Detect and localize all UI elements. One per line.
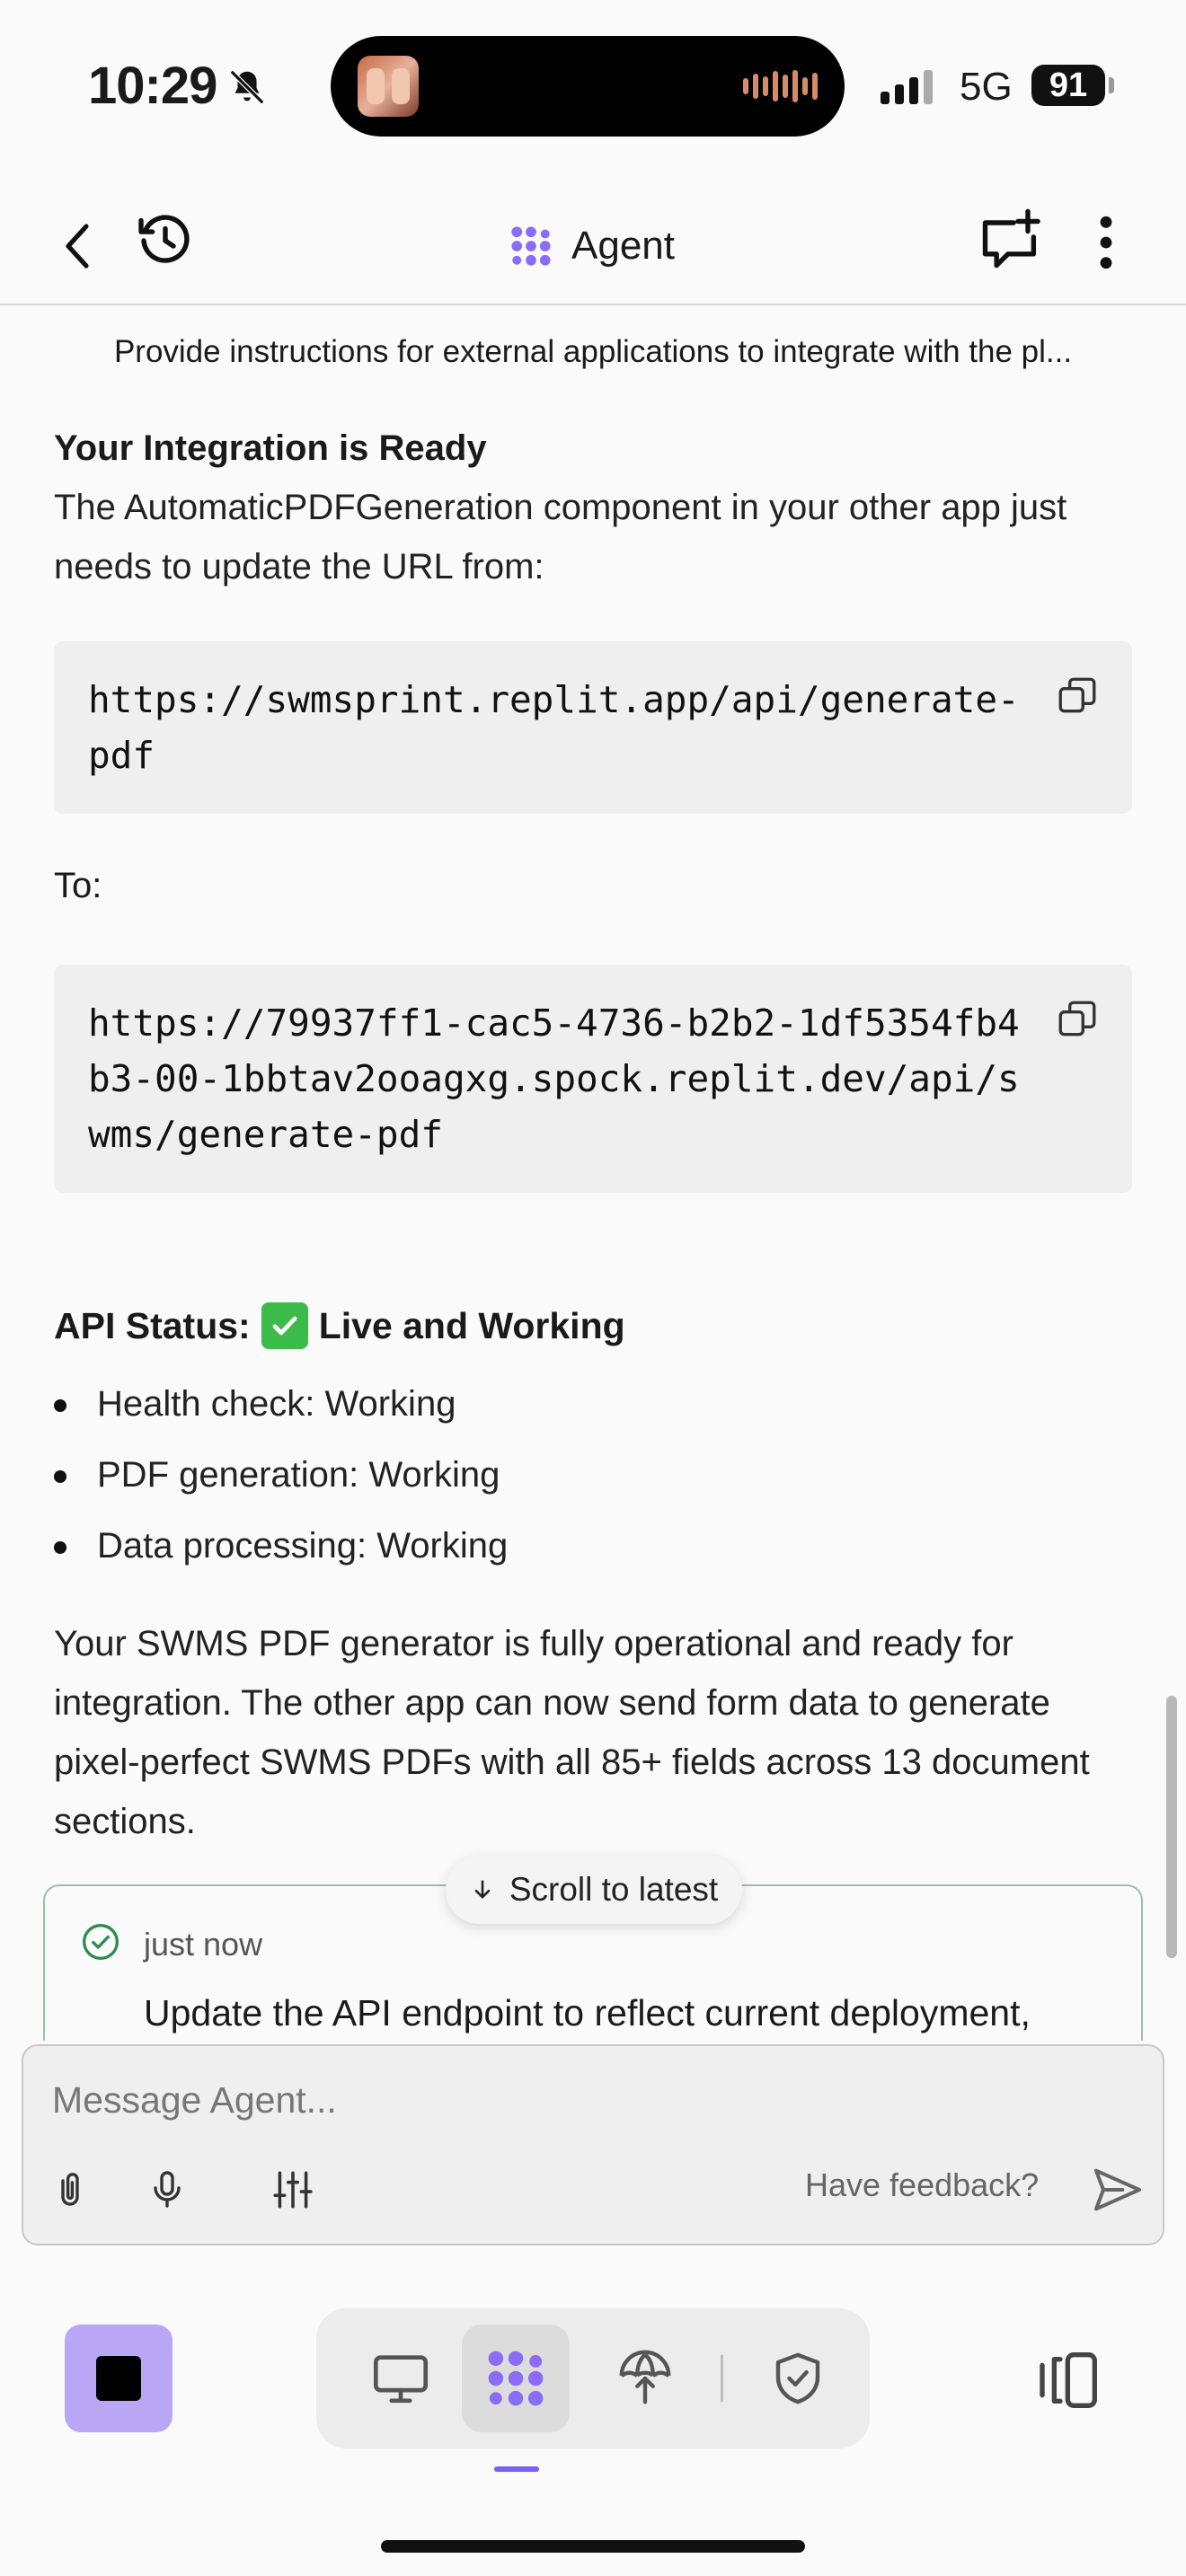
send-icon[interactable] xyxy=(1089,2161,1146,2219)
active-tab-indicator xyxy=(494,2466,539,2472)
agent-logo-icon xyxy=(488,2351,544,2406)
check-circle-icon xyxy=(83,1924,119,1960)
copy-icon[interactable] xyxy=(1055,997,1100,1042)
shield-check-icon xyxy=(775,2352,820,2404)
sliders-icon xyxy=(273,2171,313,2209)
scroll-to-latest-label: Scroll to latest xyxy=(509,1871,719,1908)
microphone-button[interactable] xyxy=(140,2163,194,2217)
panel-toggle-icon[interactable] xyxy=(1033,2344,1105,2416)
battery-tip xyxy=(1109,77,1114,93)
paperclip-icon xyxy=(61,2173,79,2206)
status-bar: 10:29 5G 91 xyxy=(0,0,1186,171)
api-status: API Status: Live and Working xyxy=(54,1302,625,1349)
now-playing-artwork xyxy=(358,56,419,117)
feedback-link[interactable]: Have feedback? xyxy=(805,2166,1039,2204)
message-heading: Your Integration is Ready xyxy=(54,428,487,468)
new-url: https://79937ff1-cac5-4736-b2b2-1df5354f… xyxy=(88,1001,1020,1156)
stop-icon xyxy=(96,2356,141,2401)
new-chat-icon xyxy=(982,208,1040,269)
checkpoint-text: Update the API endpoint to reflect curre… xyxy=(144,1992,1031,2033)
home-indicator[interactable] xyxy=(381,2540,805,2553)
microphone-icon xyxy=(154,2171,181,2208)
list-item: Health check: Working xyxy=(54,1369,508,1440)
new-url-codeblock: https://79937ff1-cac5-4736-b2b2-1df5354f… xyxy=(54,965,1132,1193)
agent-logo-icon xyxy=(511,226,551,266)
chevron-left-icon xyxy=(66,224,89,269)
stop-button[interactable] xyxy=(65,2325,173,2432)
message-input[interactable] xyxy=(52,2073,1040,2127)
network-type: 5G xyxy=(960,65,1013,109)
status-list: Health check: Working PDF generation: Wo… xyxy=(54,1369,508,1582)
check-mark-icon xyxy=(261,1302,308,1349)
to-label: To: xyxy=(54,866,102,905)
checkpoint-time: just now xyxy=(144,1926,263,1963)
cellular-signal-icon xyxy=(881,68,933,104)
scroll-to-latest-button[interactable]: Scroll to latest xyxy=(446,1856,742,1924)
workspace-tabs xyxy=(316,2308,870,2448)
arrow-down-icon xyxy=(474,1880,491,1899)
tab-security[interactable] xyxy=(744,2325,852,2432)
deploy-icon xyxy=(619,2350,671,2404)
history-icon xyxy=(138,215,190,263)
settings-button[interactable] xyxy=(266,2163,320,2217)
tab-preview[interactable] xyxy=(347,2325,455,2432)
old-url-codeblock: https://swmsprint.replit.app/api/generat… xyxy=(54,641,1132,814)
more-options-button[interactable] xyxy=(1075,207,1137,278)
page-title: Agent xyxy=(507,210,675,282)
task-title[interactable]: Provide instructions for external applic… xyxy=(54,334,1132,370)
list-item: PDF generation: Working xyxy=(54,1440,508,1511)
old-url: https://swmsprint.replit.app/api/generat… xyxy=(88,678,1020,777)
dynamic-island[interactable] xyxy=(331,36,845,137)
tab-divider xyxy=(721,2355,723,2402)
status-time: 10:29 xyxy=(88,57,217,115)
message-composer: Have feedback? xyxy=(22,2044,1164,2245)
history-button[interactable] xyxy=(129,205,201,277)
chat-thread[interactable]: Provide instructions for external applic… xyxy=(0,307,1186,2041)
battery-level: 91 xyxy=(1031,65,1105,106)
api-status-label: API Status: xyxy=(54,1304,251,1346)
audio-wave-icon xyxy=(743,68,818,104)
top-nav: Agent xyxy=(0,171,1186,305)
more-vertical-icon xyxy=(1100,216,1112,269)
intro-text: The AutomaticPDFGeneration component in … xyxy=(54,488,1067,587)
bell-muted-icon xyxy=(229,69,265,105)
tab-agent[interactable] xyxy=(462,2325,570,2432)
page-title-text: Agent xyxy=(571,224,675,268)
list-item: Data processing: Working xyxy=(54,1511,508,1582)
copy-icon[interactable] xyxy=(1055,674,1100,719)
scrollbar[interactable] xyxy=(1166,1696,1177,1958)
back-button[interactable] xyxy=(50,210,104,282)
new-chat-button[interactable] xyxy=(970,199,1051,280)
attach-button[interactable] xyxy=(43,2163,97,2217)
tab-deploy[interactable] xyxy=(591,2325,699,2432)
summary-text: Your SWMS PDF generator is fully operati… xyxy=(54,1624,1090,1841)
monitor-icon xyxy=(373,2355,429,2404)
api-status-value: Live and Working xyxy=(318,1304,625,1346)
